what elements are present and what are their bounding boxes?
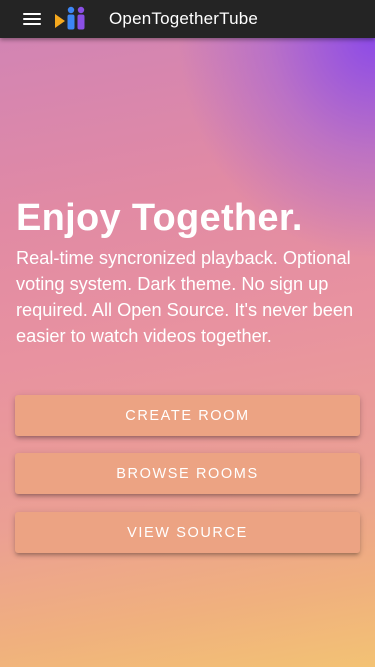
hero-subtitle: Real-time syncronized playback. Optional…: [16, 248, 354, 346]
app-title[interactable]: OpenTogetherTube: [109, 9, 258, 29]
create-room-button[interactable]: CREATE ROOM: [15, 395, 360, 436]
app-bar: OpenTogetherTube: [0, 0, 375, 38]
opentogethertube-logo[interactable]: [55, 6, 87, 32]
hero-title: Enjoy Together.: [16, 197, 303, 239]
hamburger-menu-icon[interactable]: [23, 0, 45, 38]
hero-section: Enjoy Together. Real-time syncronized pl…: [16, 195, 361, 349]
browse-rooms-button[interactable]: BROWSE ROOMS: [15, 453, 360, 494]
view-source-button[interactable]: VIEW SOURCE: [15, 512, 360, 553]
